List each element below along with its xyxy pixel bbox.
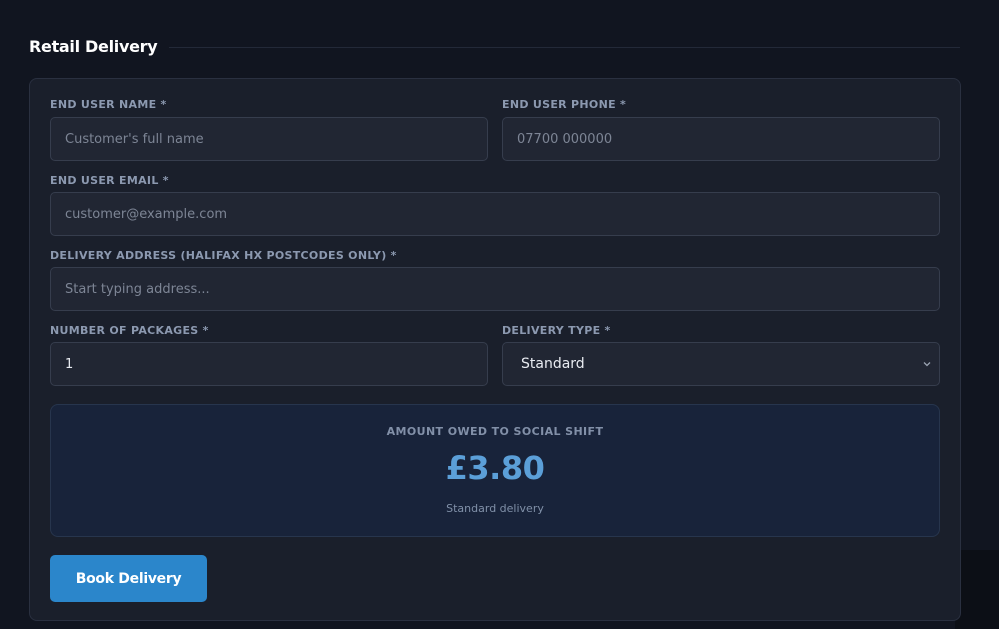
name-input[interactable]: Customer's full name <box>50 117 488 161</box>
section-divider <box>169 46 960 48</box>
delivery-type-label: DELIVERY TYPE * <box>502 324 611 337</box>
amount-value: £3.80 <box>445 449 545 487</box>
amount-label: AMOUNT OWED TO SOCIAL SHIFT <box>386 425 604 438</box>
address-input[interactable]: Start typing address... <box>50 267 940 311</box>
name-label: END USER NAME * <box>50 98 167 111</box>
packages-input[interactable]: 1 <box>50 342 488 386</box>
delivery-type-select[interactable]: Standard <box>502 342 940 386</box>
amount-note: Standard delivery <box>446 502 544 515</box>
section-title: Retail Delivery <box>29 36 158 56</box>
phone-label: END USER PHONE * <box>502 98 627 111</box>
delivery-type-value: Standard <box>521 356 585 372</box>
page-edge <box>955 550 999 629</box>
email-label: END USER EMAIL * <box>50 174 169 187</box>
packages-label: NUMBER OF PACKAGES * <box>50 324 209 337</box>
chevron-down-icon <box>923 362 931 367</box>
phone-input[interactable]: 07700 000000 <box>502 117 940 161</box>
email-placeholder: customer@example.com <box>65 206 228 222</box>
packages-value: 1 <box>65 356 74 372</box>
section-header: Retail Delivery <box>29 34 960 58</box>
address-placeholder: Start typing address... <box>65 281 210 297</box>
book-delivery-button[interactable]: Book Delivery <box>50 555 207 602</box>
name-placeholder: Customer's full name <box>65 131 204 147</box>
phone-placeholder: 07700 000000 <box>517 131 613 147</box>
email-input[interactable]: customer@example.com <box>50 192 940 236</box>
amount-summary: AMOUNT OWED TO SOCIAL SHIFT £3.80 Standa… <box>50 404 940 537</box>
delivery-form-card: END USER NAME * Customer's full name END… <box>29 78 961 621</box>
address-label: DELIVERY ADDRESS (HALIFAX HX POSTCODES O… <box>50 249 397 262</box>
